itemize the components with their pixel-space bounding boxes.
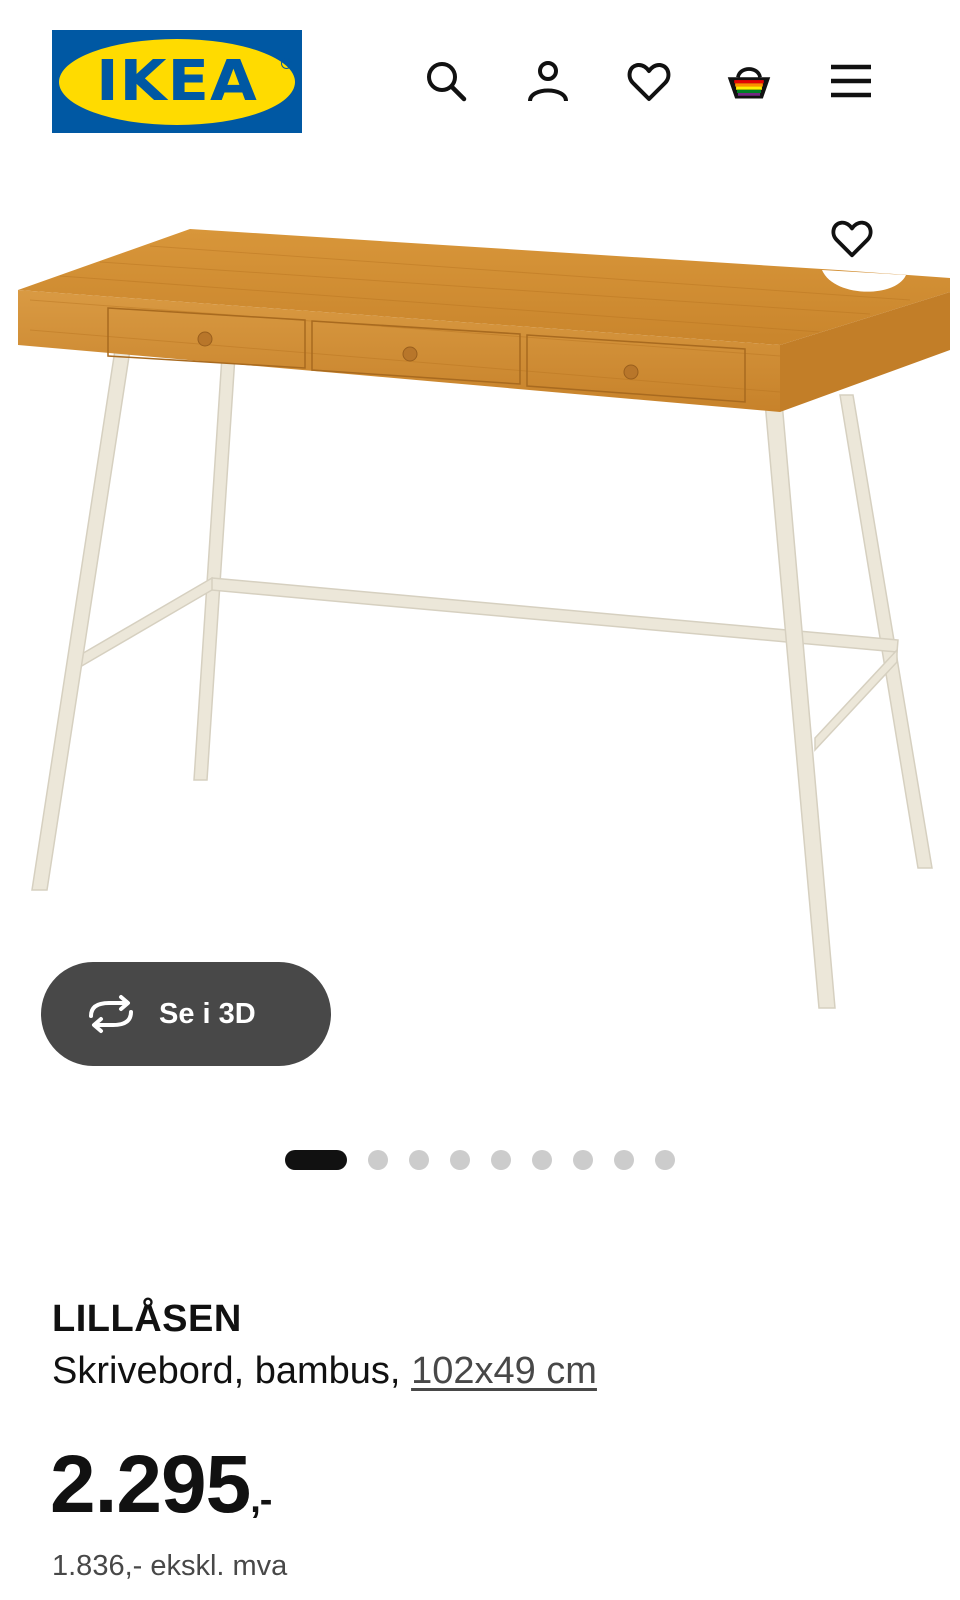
dimensions-link[interactable]: 102x49 cm [411, 1350, 597, 1392]
carousel-dot[interactable] [532, 1150, 552, 1170]
menu-icon[interactable] [826, 56, 876, 106]
carousel-dot[interactable] [573, 1150, 593, 1170]
basket-icon[interactable] [724, 56, 774, 106]
price-main: 2.295 [50, 1439, 251, 1530]
product-description: Skrivebord, bambus, 102x49 cm [52, 1350, 597, 1393]
ikea-logo[interactable]: IKEA R [52, 30, 302, 133]
desk-illustration [18, 229, 950, 1009]
price-excl-vat: 1.836,- ekskl. mva [52, 1550, 288, 1582]
product-description-text: Skrivebord, bambus, [52, 1350, 412, 1392]
search-icon[interactable] [421, 56, 471, 106]
product-image-carousel[interactable] [0, 160, 960, 1060]
view-in-3d-label: Se i 3D [159, 997, 256, 1030]
rotate-3d-icon [89, 995, 133, 1033]
product-name: LILLÅSEN [52, 1298, 242, 1340]
carousel-pagination [0, 1148, 960, 1172]
logo-text: IKEA [96, 49, 258, 114]
carousel-dot[interactable] [409, 1150, 429, 1170]
view-in-3d-button[interactable]: Se i 3D [41, 962, 331, 1066]
product-price: 2.295,- [50, 1438, 272, 1532]
user-icon[interactable] [523, 56, 573, 106]
save-to-wishlist-button[interactable] [826, 212, 878, 264]
header: IKEA R [0, 0, 960, 160]
heart-icon[interactable] [624, 56, 674, 106]
carousel-dot[interactable] [614, 1150, 634, 1170]
carousel-dot[interactable] [491, 1150, 511, 1170]
price-suffix: ,- [250, 1479, 272, 1521]
carousel-dot[interactable] [368, 1150, 388, 1170]
carousel-dot-active[interactable] [285, 1150, 347, 1170]
registered-mark-icon: R [281, 58, 292, 69]
carousel-dot[interactable] [450, 1150, 470, 1170]
carousel-dot[interactable] [655, 1150, 675, 1170]
heart-icon [831, 220, 873, 258]
